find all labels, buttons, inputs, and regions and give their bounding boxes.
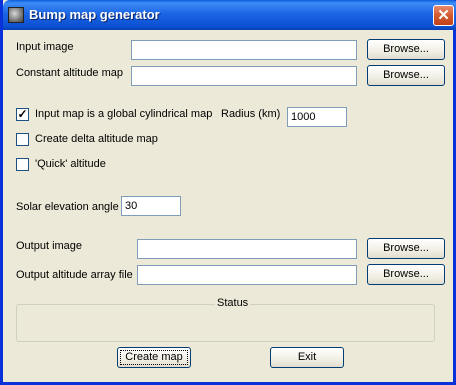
output-altitude-array-field[interactable] (137, 265, 357, 285)
radius-label: Radius (km) (221, 108, 281, 120)
window-title: Bump map generator (29, 7, 160, 22)
global-cylindrical-label: Input map is a global cylindrical map (35, 108, 213, 120)
solar-elevation-label: Solar elevation angle (16, 201, 119, 213)
input-image-browse-button[interactable]: Browse... (367, 39, 445, 60)
bump-map-generator-window: Bump map generator ✕ Input image Browse.… (0, 0, 456, 385)
delta-altitude-label: Create delta altitude map (35, 133, 158, 145)
close-button[interactable]: ✕ (433, 5, 454, 26)
global-cylindrical-checkbox[interactable]: ✓ (16, 108, 29, 121)
output-altitude-array-label: Output altitude array file (16, 269, 133, 281)
output-altitude-array-browse-button[interactable]: Browse... (367, 264, 445, 285)
quick-altitude-checkbox[interactable] (16, 158, 29, 171)
constant-altitude-map-label: Constant altitude map (16, 67, 124, 79)
quick-altitude-label: 'Quick' altitude (35, 158, 106, 170)
status-group: Status (16, 297, 435, 342)
solar-elevation-field[interactable] (121, 196, 181, 216)
output-image-field[interactable] (137, 239, 357, 259)
constant-altitude-map-field[interactable] (131, 66, 357, 86)
app-icon (8, 7, 24, 23)
radius-field[interactable] (287, 107, 347, 127)
status-title: Status (215, 297, 251, 309)
input-image-label: Input image (16, 41, 74, 53)
exit-button[interactable]: Exit (270, 347, 344, 368)
constant-altitude-map-browse-button[interactable]: Browse... (367, 65, 445, 86)
output-image-label: Output image (16, 240, 83, 252)
delta-altitude-checkbox[interactable] (16, 133, 29, 146)
output-image-browse-button[interactable]: Browse... (367, 238, 445, 259)
input-image-field[interactable] (131, 40, 357, 60)
title-bar[interactable]: Bump map generator ✕ (3, 0, 456, 30)
create-map-button[interactable]: Create map (117, 347, 191, 368)
